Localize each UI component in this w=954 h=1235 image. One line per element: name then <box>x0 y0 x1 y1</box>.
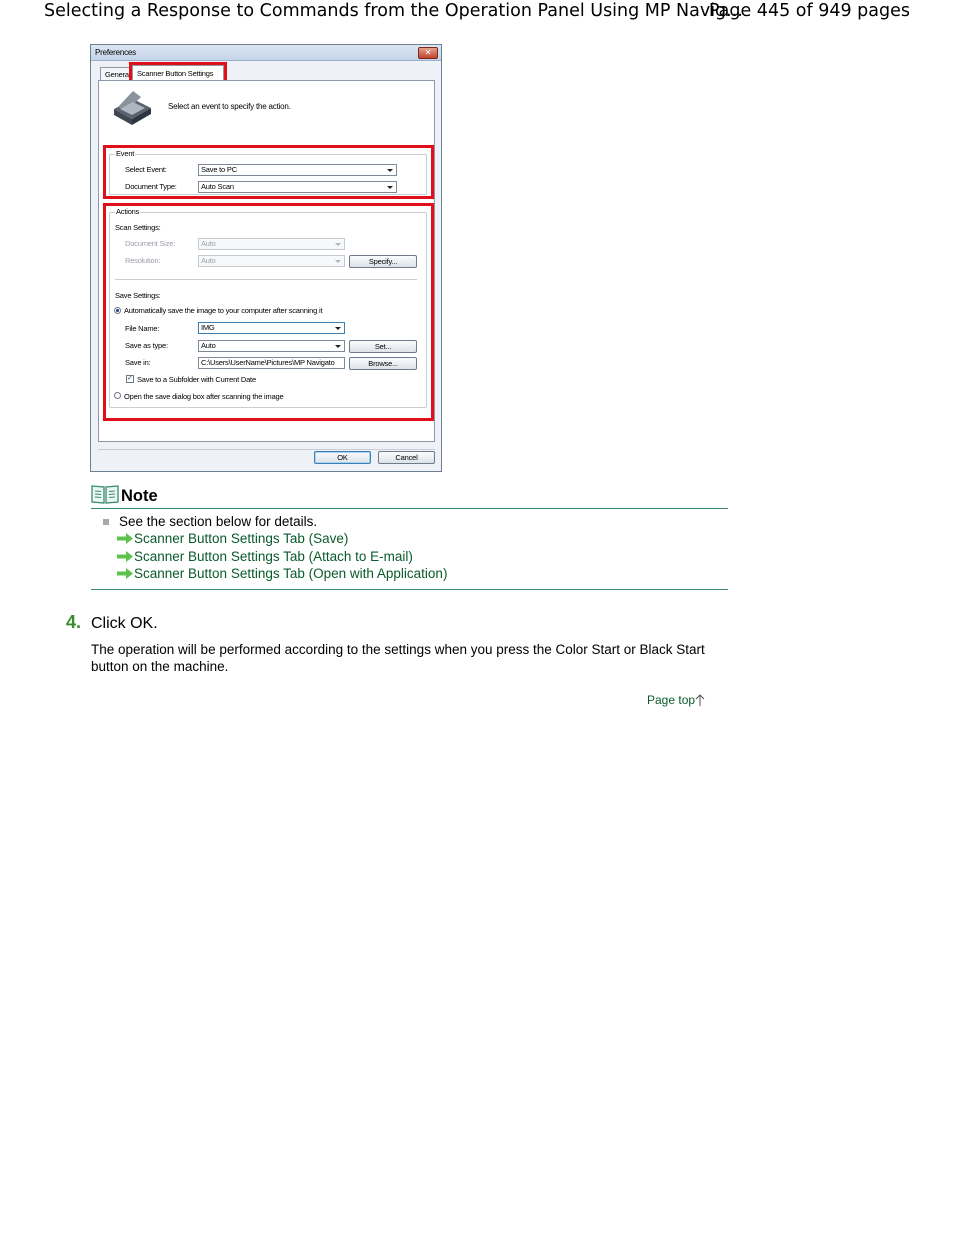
document-title: Selecting a Response to Commands from th… <box>44 1 743 21</box>
link-save[interactable]: Scanner Button Settings Tab (Save) <box>117 531 348 548</box>
note-title: Note <box>121 487 158 505</box>
arrow-right-icon <box>117 568 133 579</box>
note-bottom-rule <box>91 589 728 590</box>
step-title: Click OK. <box>91 615 158 632</box>
link-save-label: Scanner Button Settings Tab (Save) <box>134 531 349 546</box>
dialog-title: Preferences <box>95 48 136 57</box>
page-header: Selecting a Response to Commands from th… <box>0 0 954 28</box>
link-attach-email-label: Scanner Button Settings Tab (Attach to E… <box>134 549 413 564</box>
instruction-text: Select an event to specify the action. <box>168 102 291 111</box>
actions-highlight-box <box>103 203 434 421</box>
preferences-dialog: Preferences ✕ General Scanner Button Set… <box>90 44 442 472</box>
arrow-right-icon <box>117 533 133 544</box>
note-top-rule <box>91 508 728 509</box>
note-book-icon <box>91 485 119 504</box>
page-top-label: Page top <box>647 693 696 707</box>
step-body: The operation will be performed accordin… <box>91 642 705 674</box>
dialog-divider <box>98 449 435 450</box>
step-number: 4. <box>66 612 82 632</box>
arrow-right-icon <box>117 551 133 562</box>
page-top-link[interactable]: Page top <box>647 693 705 707</box>
link-open-application-label: Scanner Button Settings Tab (Open with A… <box>134 566 448 581</box>
cancel-button[interactable]: Cancel <box>378 451 435 464</box>
event-highlight-box <box>103 145 434 199</box>
bullet-icon <box>103 519 109 525</box>
link-attach-email[interactable]: Scanner Button Settings Tab (Attach to E… <box>117 549 413 566</box>
dialog-titlebar: Preferences ✕ <box>91 45 441 61</box>
link-open-application[interactable]: Scanner Button Settings Tab (Open with A… <box>117 566 447 583</box>
ok-button[interactable]: OK <box>314 451 371 464</box>
arrow-up-icon <box>695 694 705 706</box>
page-counter: Page 445 of 949 pages <box>708 1 910 21</box>
tab-general[interactable]: General <box>100 67 130 80</box>
close-icon[interactable]: ✕ <box>418 47 438 59</box>
note-text: See the section below for details. <box>119 514 318 529</box>
scanner-icon <box>114 91 151 125</box>
